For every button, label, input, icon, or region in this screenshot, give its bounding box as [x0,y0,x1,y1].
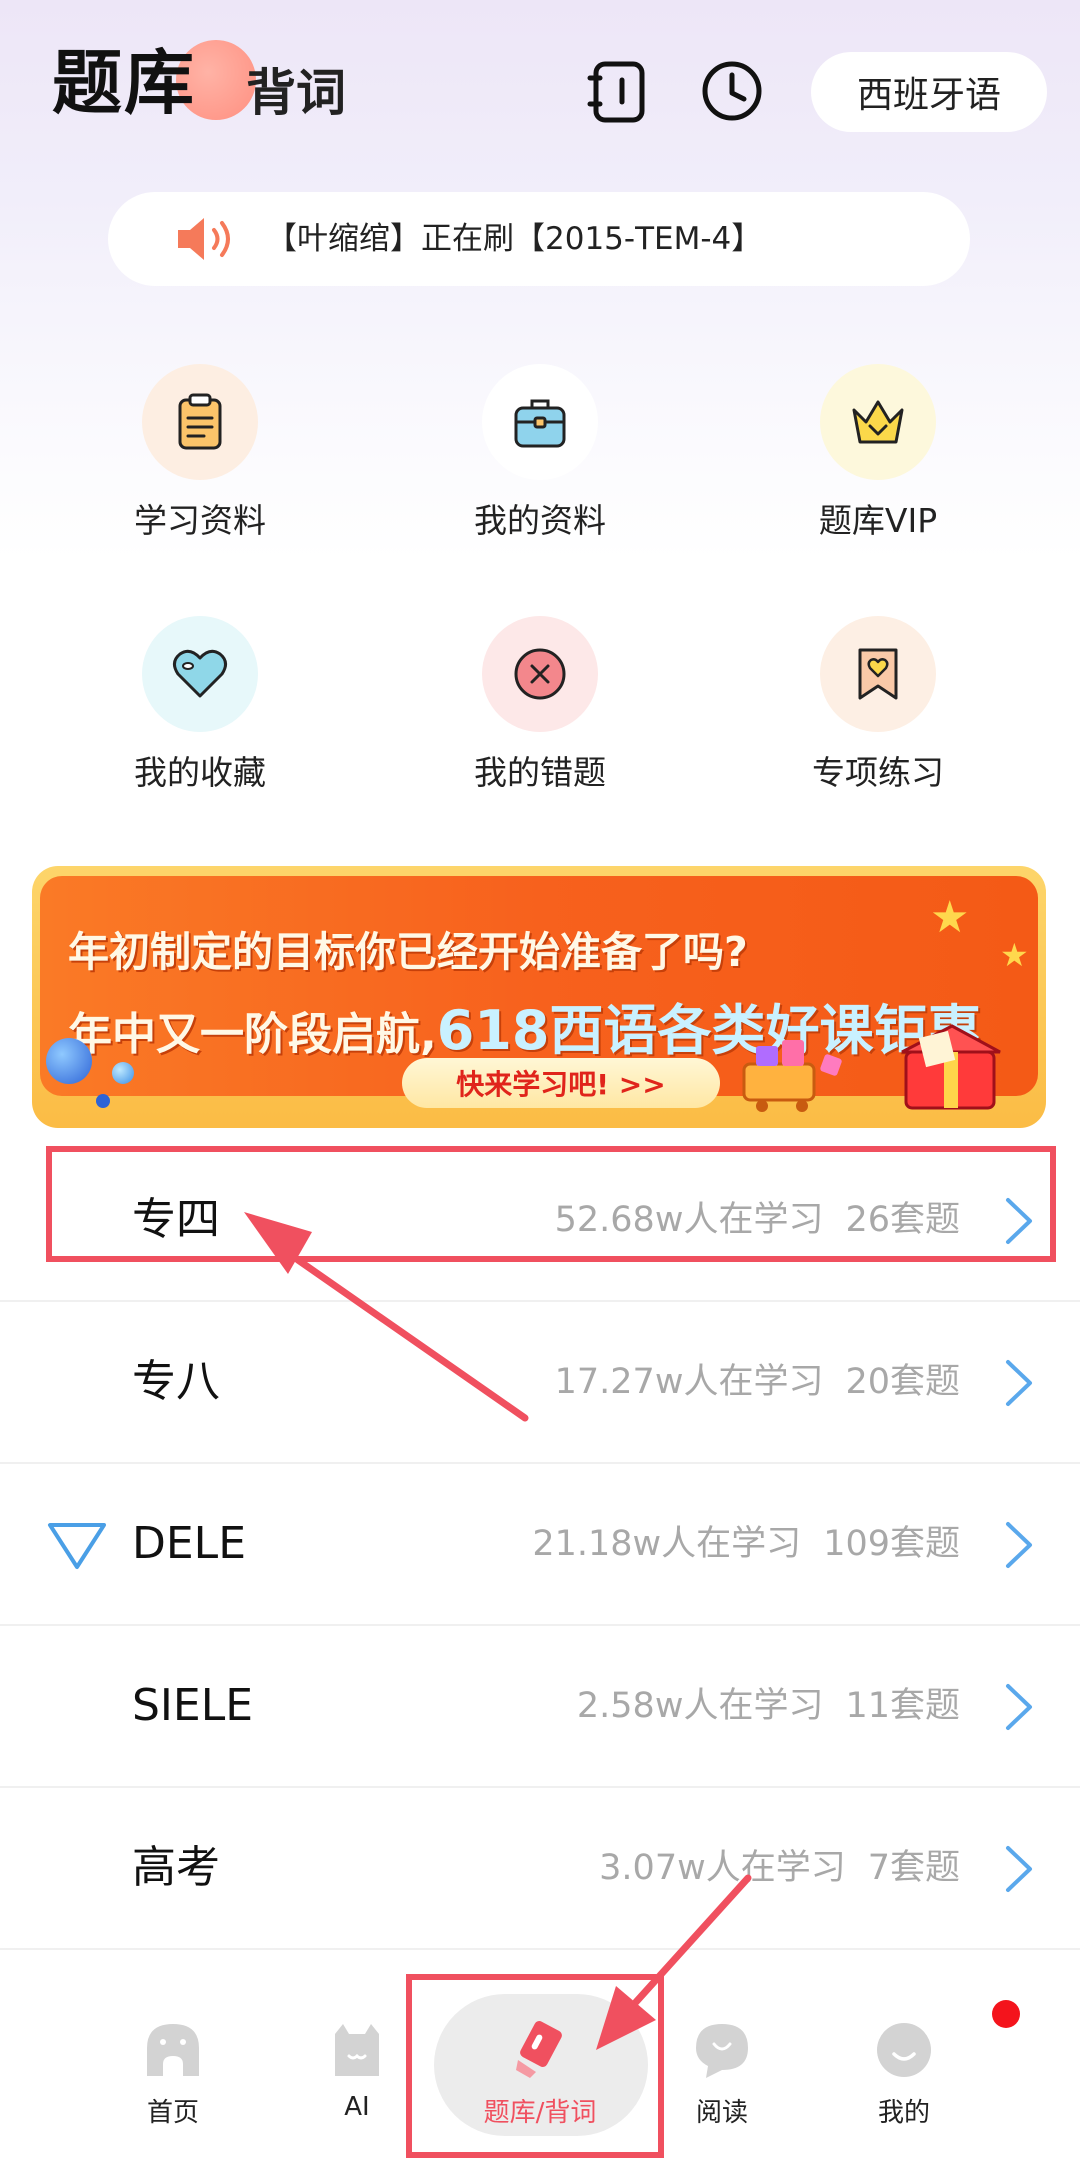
clock-icon[interactable] [699,58,765,124]
ball-decoration [96,1094,110,1108]
ball-decoration [112,1062,134,1084]
chevron-right-icon [1006,1684,1032,1730]
exam-row-gaokao[interactable]: 高考 3.07w人在学习 7套题 [0,1788,1080,1950]
exam-title: SIELE [132,1680,254,1731]
exam-title: 专八 [132,1356,220,1407]
banner-subline-prefix: 年中又一阶段启航, [68,1009,437,1060]
chevron-right-icon [1006,1846,1032,1892]
grid-icon-bg [482,364,598,480]
nav-profile[interactable]: 我的 [829,1978,979,2167]
language-label: 西班牙语 [856,75,1001,116]
language-selector[interactable]: 西班牙语 [811,52,1047,132]
heart-icon [173,649,227,698]
speaker-icon [178,218,230,260]
tab-question-bank[interactable]: 题库 [52,38,256,128]
grid-label: 我的资料 [474,501,606,540]
nav-label: 首页 [146,2098,199,2128]
grid-icon-bg [482,616,598,732]
exam-learners: 2.58w人在学习 [576,1686,824,1726]
grid-my-materials[interactable]: 我的资料 [390,364,690,554]
exam-sets: 20套题 [845,1362,960,1402]
grid-mistakes[interactable]: 我的错题 [390,616,690,806]
grid-label: 题库VIP [818,501,938,540]
nav-reading[interactable]: 阅读 [647,1978,797,2167]
exam-meta: 3.07w人在学习 7套题 [599,1788,960,1948]
tab-vocabulary[interactable]: 背词 [246,58,346,128]
briefcase-icon [514,399,566,448]
star-icon: ★ [930,892,970,943]
annotation-highlight-box [46,1146,1056,1262]
ai-robot-icon [335,2024,379,2076]
banner-headline: 年初制定的目标你已经开始准备了吗? [68,928,748,976]
star-icon: ★ [1000,936,1029,974]
activity-notice[interactable]: 【叶缩绾】正在刷【2015-TEM-4】 [108,192,970,286]
exam-meta: 17.27w人在学习 20套题 [555,1302,960,1462]
grid-icon-bg [820,364,936,480]
promo-banner[interactable]: 年初制定的目标你已经开始准备了吗? 年中又一阶段启航,618西语各类好课钜惠 ★… [32,866,1046,1128]
exam-sets: 109套题 [823,1524,960,1564]
exam-learners: 3.07w人在学习 [599,1848,846,1888]
grid-label: 学习资料 [134,501,266,540]
chevron-right-icon [1006,1522,1032,1568]
notebook-icon[interactable] [586,58,652,124]
exam-row-siele[interactable]: SIELE 2.58w人在学习 11套题 [0,1626,1080,1788]
grid-label: 我的收藏 [134,753,266,792]
gift-cart-icon [742,1040,842,1112]
clipboard-icon [178,393,222,450]
chevron-right-icon [1006,1360,1032,1406]
x-circle-icon [514,648,566,700]
grid-label: 专项练习 [812,753,944,792]
grid-favorites[interactable]: 我的收藏 [50,616,350,806]
grid-icon-bg [142,364,258,480]
nav-home[interactable]: 首页 [98,1978,248,2167]
grid-icon-bg [820,616,936,732]
exam-learners: 21.18w人在学习 [532,1524,802,1564]
exam-meta: 21.18w人在学习 109套题 [532,1464,960,1624]
grid-icon-bg [142,616,258,732]
notice-text: 【叶缩绾】正在刷【2015-TEM-4】 [266,221,763,257]
home-icon [147,2024,199,2076]
exam-title: 高考 [132,1842,220,1893]
grid-study-materials[interactable]: 学习资料 [50,364,350,554]
annotation-nav-highlight-box [406,1974,664,2158]
ball-decoration [46,1038,92,1084]
gift-box-icon [901,1024,1001,1110]
profile-icon [877,2023,931,2077]
exam-row-tem8[interactable]: 专八 17.27w人在学习 20套题 [0,1302,1080,1464]
expand-triangle-icon[interactable] [46,1520,108,1572]
tab-question-bank-label: 题库 [52,42,196,124]
nav-label: 我的 [877,2098,930,2128]
chat-bubble-icon [696,2024,748,2078]
exam-row-dele[interactable]: DELE 21.18w人在学习 109套题 [0,1464,1080,1626]
exam-sets: 11套题 [845,1686,960,1726]
nav-label: 阅读 [695,2098,748,2128]
exam-title: DELE [132,1518,246,1569]
header: 题库 背词 西班牙语 [0,0,1080,190]
notification-badge [992,2000,1020,2028]
exam-meta: 2.58w人在学习 11套题 [577,1626,960,1786]
grid-label: 我的错题 [474,753,606,792]
banner-cta-button[interactable]: 快来学习吧! >> [402,1058,720,1108]
exam-learners: 17.27w人在学习 [554,1362,824,1402]
exam-sets: 7套题 [867,1848,960,1888]
grid-vip[interactable]: 题库VIP [728,364,1028,554]
crown-icon [852,400,904,444]
bookmark-heart-icon [858,648,898,700]
grid-special-practice[interactable]: 专项练习 [728,616,1028,806]
